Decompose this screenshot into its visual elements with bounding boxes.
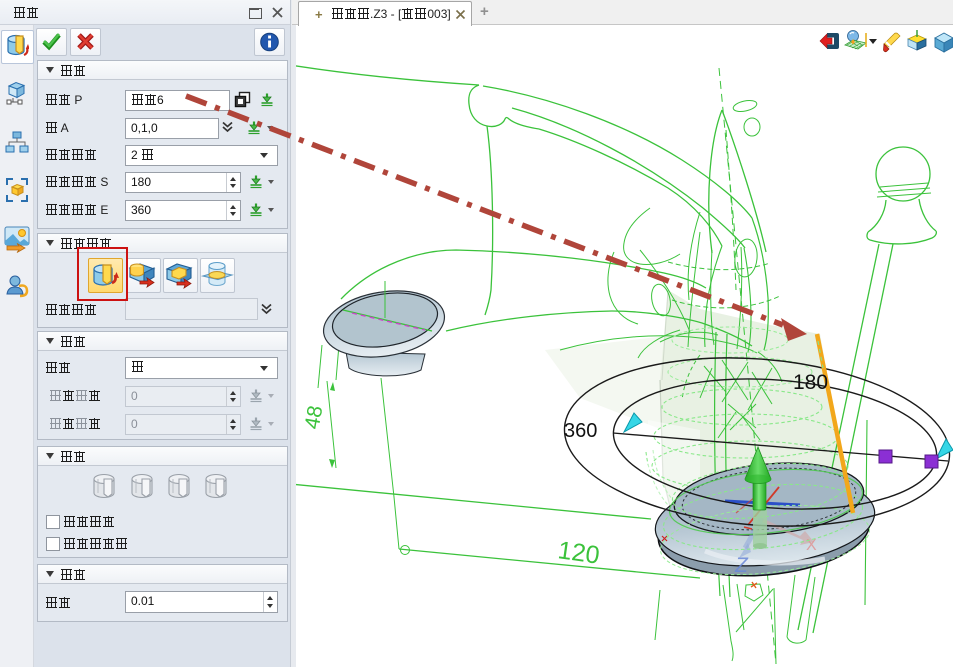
svg-text:120: 120 — [556, 536, 601, 570]
svg-text:360: 360 — [564, 420, 597, 442]
svg-text:X: X — [806, 537, 817, 554]
svg-text:180: 180 — [793, 371, 828, 394]
svg-text:48: 48 — [301, 404, 328, 431]
svg-text:Z: Z — [734, 554, 749, 577]
